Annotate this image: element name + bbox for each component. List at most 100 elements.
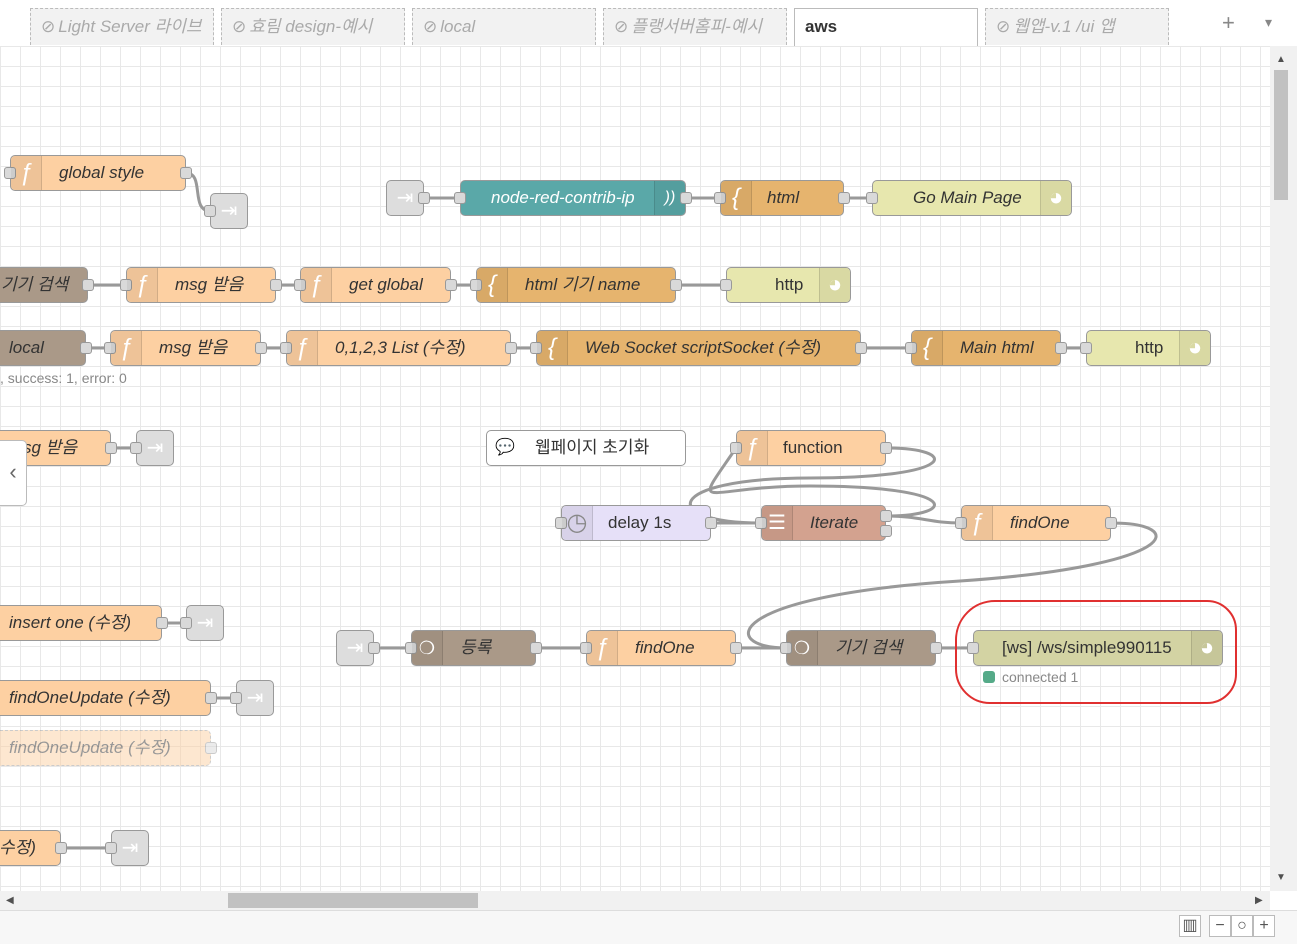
function-node-msg-recv-2[interactable]: ƒ msg 받음 [104,330,267,366]
flow-workspace[interactable]: ƒ global style ⇥ ⇥ node-red-contrib-ip )… [0,46,1270,891]
input-port[interactable] [130,442,142,454]
output-port[interactable] [105,442,117,454]
zoom-out-button[interactable]: − [1209,915,1231,937]
output-port[interactable] [180,167,192,179]
template-node-main-html[interactable]: { Main html [905,330,1067,366]
output-port[interactable] [80,342,92,354]
link-out-icon: ⇥ [196,612,214,634]
input-port[interactable] [1080,342,1092,354]
tab-hyorim-design[interactable]: ⊘ 효림 design-예시 [221,8,405,45]
add-tab-icon[interactable]: + [1222,10,1235,36]
comment-node[interactable]: 💬 웹페이지 초기화 [486,430,686,466]
globe-icon: ◕ [1040,181,1071,215]
scroll-down-icon[interactable]: ▼ [1276,872,1286,883]
delay-node[interactable]: ◷ delay 1s [555,505,717,541]
output-port[interactable] [205,692,217,704]
template-node-ws-script-socket[interactable]: { Web Socket scriptSocket (수정) [530,330,867,366]
zoom-reset-button[interactable]: ○ [1231,915,1253,937]
link-out-node-2[interactable]: ⇥ [130,430,174,466]
function-node-edit[interactable]: 수정) [0,830,67,866]
tab-local[interactable]: ⊘ local [412,8,596,45]
output-port[interactable] [838,192,850,204]
function-node-msg-recv[interactable]: ƒ msg 받음 [120,267,282,303]
output-port[interactable] [1105,517,1117,529]
link-in-node[interactable]: ⇥ [386,180,430,216]
http-response-node[interactable]: http ◕ [720,267,851,303]
output-port[interactable] [880,442,892,454]
function-node-function[interactable]: ƒ function [730,430,892,466]
input-port[interactable] [866,192,878,204]
link-out-node-4[interactable]: ⇥ [230,680,274,716]
tab-aws[interactable]: aws [794,8,978,47]
function-node-list-edit[interactable]: ƒ 0,1,2,3 List (수정) [280,330,517,366]
output-port[interactable] [82,279,94,291]
mongo-node-device-search[interactable]: 기기 검색 [0,267,94,303]
collapse-sidebar-button[interactable]: ‹ [0,440,27,506]
output-port[interactable] [670,279,682,291]
navigator-map-icon[interactable]: ▥ [1179,915,1201,937]
tab-webapp[interactable]: ⊘ 웹앱-v.1 /ui 앱 [985,8,1169,45]
mongo-node-register[interactable]: ❍ 등록 [405,630,542,666]
tab-label: 웹앱-v.1 /ui 앱 [1013,17,1115,36]
output-port[interactable] [368,642,380,654]
input-port[interactable] [204,205,216,217]
link-out-node-3[interactable]: ⇥ [180,605,224,641]
scroll-right-icon[interactable]: ▶ [1255,895,1263,906]
output-port[interactable] [1055,342,1067,354]
output-port-1[interactable] [880,510,892,522]
function-node-insert-one[interactable]: insert one (수정) [0,605,168,641]
output-port[interactable] [445,279,457,291]
link-in-node-2[interactable]: ⇥ [336,630,380,666]
link-out-icon: ⇥ [246,687,264,709]
output-port[interactable] [705,517,717,529]
iterate-node[interactable]: ☰ Iterate [755,505,892,541]
output-port[interactable] [205,742,217,754]
output-port[interactable] [55,842,67,854]
zoom-in-button[interactable]: + [1253,915,1275,937]
function-node-global-style[interactable]: ƒ global style [4,155,192,191]
output-port[interactable] [255,342,267,354]
node-label: msg 받음 [159,338,228,357]
template-node-html[interactable]: { html [714,180,850,216]
function-node-find-one-update[interactable]: findOneUpdate (수정) [0,680,217,716]
input-port[interactable] [105,842,117,854]
function-node-findone-2[interactable]: ƒ findOne [580,630,742,666]
function-node-findone[interactable]: ƒ findOne [955,505,1117,541]
output-port-2[interactable] [880,525,892,537]
template-node-html-device-name[interactable]: { html 기기 name [470,267,682,303]
vertical-scrollbar[interactable]: ▲ ▼ [1270,46,1297,891]
output-port[interactable] [730,642,742,654]
vertical-scroll-thumb[interactable] [1274,70,1288,200]
tab-flang-server[interactable]: ⊘ 플랭서버홈피-예시 [603,8,787,45]
ip-node[interactable]: node-red-contrib-ip )) [454,180,692,216]
tab-light-server[interactable]: ⊘ Light Server 라이브 [30,8,214,45]
input-port[interactable] [180,617,192,629]
input-port[interactable] [454,192,466,204]
function-node-find-one-update-disabled[interactable]: findOneUpdate (수정) [0,730,217,766]
function-icon: ƒ [737,431,768,465]
link-out-node[interactable]: ⇥ [204,193,248,229]
node-label: 기기 검색 [835,638,903,657]
horizontal-scrollbar[interactable]: ◀ ▶ [0,891,1270,910]
function-node-get-global[interactable]: ƒ get global [294,267,457,303]
http-response-node-go-main[interactable]: Go Main Page ◕ [866,180,1072,216]
mongo-node-local[interactable]: local [0,330,92,366]
horizontal-scroll-thumb[interactable] [228,893,478,908]
input-port[interactable] [230,692,242,704]
http-response-node-2[interactable]: http ◕ [1080,330,1211,366]
output-port[interactable] [156,617,168,629]
output-port[interactable] [855,342,867,354]
output-port[interactable] [270,279,282,291]
output-port[interactable] [505,342,517,354]
scroll-up-icon[interactable]: ▲ [1276,54,1286,65]
template-icon: { [912,331,943,365]
input-port[interactable] [720,279,732,291]
output-port[interactable] [680,192,692,204]
output-port[interactable] [418,192,430,204]
tab-menu-icon[interactable]: ▾ [1265,14,1272,31]
scroll-left-icon[interactable]: ◀ [6,895,14,906]
output-port[interactable] [530,642,542,654]
link-out-node-5[interactable]: ⇥ [105,830,149,866]
mongo-node-device-search-2[interactable]: ❍ 기기 검색 [780,630,942,666]
output-port[interactable] [930,642,942,654]
